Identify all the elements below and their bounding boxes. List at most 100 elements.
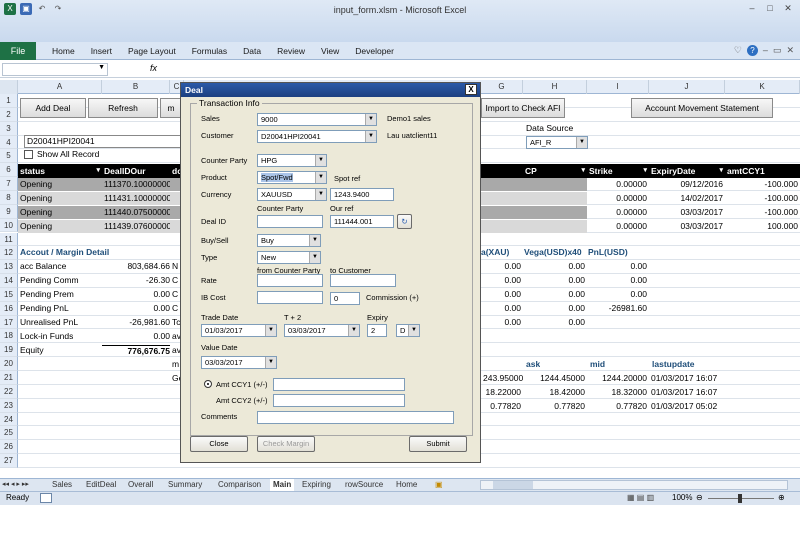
row-header[interactable]: 7	[0, 177, 18, 191]
fx-icon[interactable]: fx	[150, 63, 157, 73]
our-ref-input[interactable]: 111444.001	[330, 215, 394, 228]
rate-to-customer-input[interactable]	[330, 274, 396, 287]
row-header[interactable]: 20	[0, 357, 18, 371]
close-button[interactable]: Close	[190, 436, 248, 452]
row-header[interactable]: 3	[0, 121, 18, 136]
deal-id-input[interactable]	[257, 215, 323, 228]
deal-strike-cell[interactable]: 0.00000	[587, 178, 649, 191]
filter-icon[interactable]: ▾	[581, 164, 585, 178]
select-all-corner[interactable]	[0, 80, 18, 94]
row-header[interactable]: 11	[0, 232, 18, 247]
macro-record-icon[interactable]	[40, 493, 52, 503]
row-header[interactable]: 10	[0, 218, 18, 233]
deal-strike-cell[interactable]: 0.00000	[587, 220, 649, 233]
deal-strike-cell[interactable]: 0.00000	[587, 206, 649, 219]
filter-icon[interactable]: ▾	[719, 164, 723, 178]
rate-from-cp-input[interactable]	[257, 274, 323, 287]
sales-select[interactable]: 9000 ▼	[257, 113, 377, 126]
deal-id-cell[interactable]: 111439.0760000002	[102, 220, 170, 233]
sheet-tab[interactable]: Expiring	[302, 479, 331, 491]
row-header[interactable]: 14	[0, 274, 18, 288]
row-header[interactable]: 27	[0, 454, 18, 468]
deal-id-cell[interactable]: 111431.1000000003	[102, 192, 170, 205]
deal-amt-cell[interactable]: 100.000	[725, 220, 800, 233]
row-header[interactable]: 13	[0, 260, 18, 275]
row-header[interactable]: 22	[0, 384, 18, 399]
row-header[interactable]: 9	[0, 204, 18, 219]
row-header[interactable]: 26	[0, 440, 18, 455]
row-header[interactable]: 1	[0, 94, 18, 108]
buysell-select[interactable]: Buy ▼	[257, 234, 321, 247]
expiry-input[interactable]: 2	[367, 324, 387, 337]
trade-date-select[interactable]: 01/03/2017 ▼	[201, 324, 277, 337]
refresh-ref-icon[interactable]: ↻	[397, 214, 412, 229]
sheet-tab[interactable]: Summary	[168, 479, 202, 491]
file-tab[interactable]: File	[0, 42, 36, 60]
column-header-i[interactable]: I	[587, 80, 649, 94]
row-header[interactable]: 6	[0, 163, 18, 178]
deal-id-cell[interactable]: 111370.1000000003	[102, 178, 170, 191]
add-deal-button[interactable]: Add Deal	[20, 98, 86, 118]
customer-select[interactable]: D20041HPI20041 ▼	[257, 130, 377, 143]
counter-party-select[interactable]: HPG ▼	[257, 154, 327, 167]
submit-button[interactable]: Submit	[409, 436, 467, 452]
data-source-select[interactable]: AFI_R ▼	[526, 136, 588, 149]
refresh-button[interactable]: Refresh	[88, 98, 158, 118]
tab-page-layout[interactable]: Page Layout	[120, 42, 184, 60]
zoom-slider-thumb[interactable]	[738, 494, 742, 503]
deal-status-cell[interactable]: Opening	[18, 206, 102, 219]
value-date-select[interactable]: 03/03/2017 ▼	[201, 356, 277, 369]
deal-id-cell[interactable]: 111440.0750000002	[102, 206, 170, 219]
close-window-button[interactable]: ✕	[780, 2, 796, 14]
deal-cp-cell[interactable]	[481, 206, 587, 219]
row-header[interactable]: 5	[0, 149, 18, 164]
row-header[interactable]: 2	[0, 107, 18, 122]
row-header[interactable]: 25	[0, 426, 18, 441]
row-header[interactable]: 18	[0, 329, 18, 344]
tab-view[interactable]: View	[313, 42, 347, 60]
help-icon[interactable]: ?	[746, 45, 758, 56]
t2-select[interactable]: 03/03/2017 ▼	[284, 324, 360, 337]
amt-ccy2-input[interactable]	[273, 394, 405, 407]
deal-status-cell[interactable]: Opening	[18, 220, 102, 233]
workbook-close-icon[interactable]: ✕	[786, 45, 794, 56]
deal-cp-cell[interactable]	[481, 178, 587, 191]
product-select[interactable]: Spot/Fwd ▼	[257, 171, 327, 184]
show-all-checkbox[interactable]	[24, 150, 33, 159]
row-header[interactable]: 17	[0, 315, 18, 330]
deal-strike-cell[interactable]: 0.00000	[587, 192, 649, 205]
client-code-field[interactable]: D20041HPI20041	[24, 135, 184, 148]
column-header-g[interactable]: G	[481, 80, 523, 94]
filter-icon[interactable]: ▾	[643, 164, 647, 178]
row-header[interactable]: 19	[0, 343, 18, 358]
sheet-tab[interactable]: Overall	[128, 479, 153, 491]
tab-review[interactable]: Review	[269, 42, 313, 60]
column-header-a[interactable]: A	[18, 80, 102, 94]
tab-insert[interactable]: Insert	[83, 42, 120, 60]
deal-status-cell[interactable]: Opening	[18, 178, 102, 191]
filter-icon[interactable]: ▾	[96, 164, 100, 178]
row-header[interactable]: 4	[0, 135, 18, 150]
account-movement-statement-button[interactable]: Account Movement Statement	[631, 98, 773, 118]
tab-formulas[interactable]: Formulas	[184, 42, 235, 60]
column-header-b[interactable]: B	[102, 80, 170, 94]
row-header[interactable]: 24	[0, 412, 18, 427]
view-mode-icons[interactable]: ▦ ▤ ▥	[627, 493, 654, 502]
row-header[interactable]: 21	[0, 371, 18, 385]
zoom-in-icon[interactable]: ⊕	[778, 493, 785, 502]
row-header[interactable]: 12	[0, 246, 18, 261]
insert-sheet-icon[interactable]: ▣	[435, 479, 443, 491]
amt-ccy1-radio[interactable]	[204, 380, 212, 388]
scrollbar-thumb[interactable]	[493, 481, 533, 489]
deal-cp-cell[interactable]	[481, 220, 587, 233]
import-check-afi-button[interactable]: Import to Check AFI	[481, 98, 565, 118]
minimize-button[interactable]: –	[744, 2, 760, 14]
tab-home[interactable]: Home	[44, 42, 83, 60]
comments-input[interactable]	[257, 411, 454, 424]
workbook-minimize-icon[interactable]: –	[763, 45, 768, 56]
amt-ccy1-input[interactable]	[273, 378, 405, 391]
check-margin-button[interactable]: Check Margin	[257, 436, 315, 452]
deal-expiry-cell[interactable]: 09/12/2016	[649, 178, 725, 191]
tab-data[interactable]: Data	[235, 42, 269, 60]
minimize-ribbon-icon[interactable]: ♡	[734, 45, 742, 56]
